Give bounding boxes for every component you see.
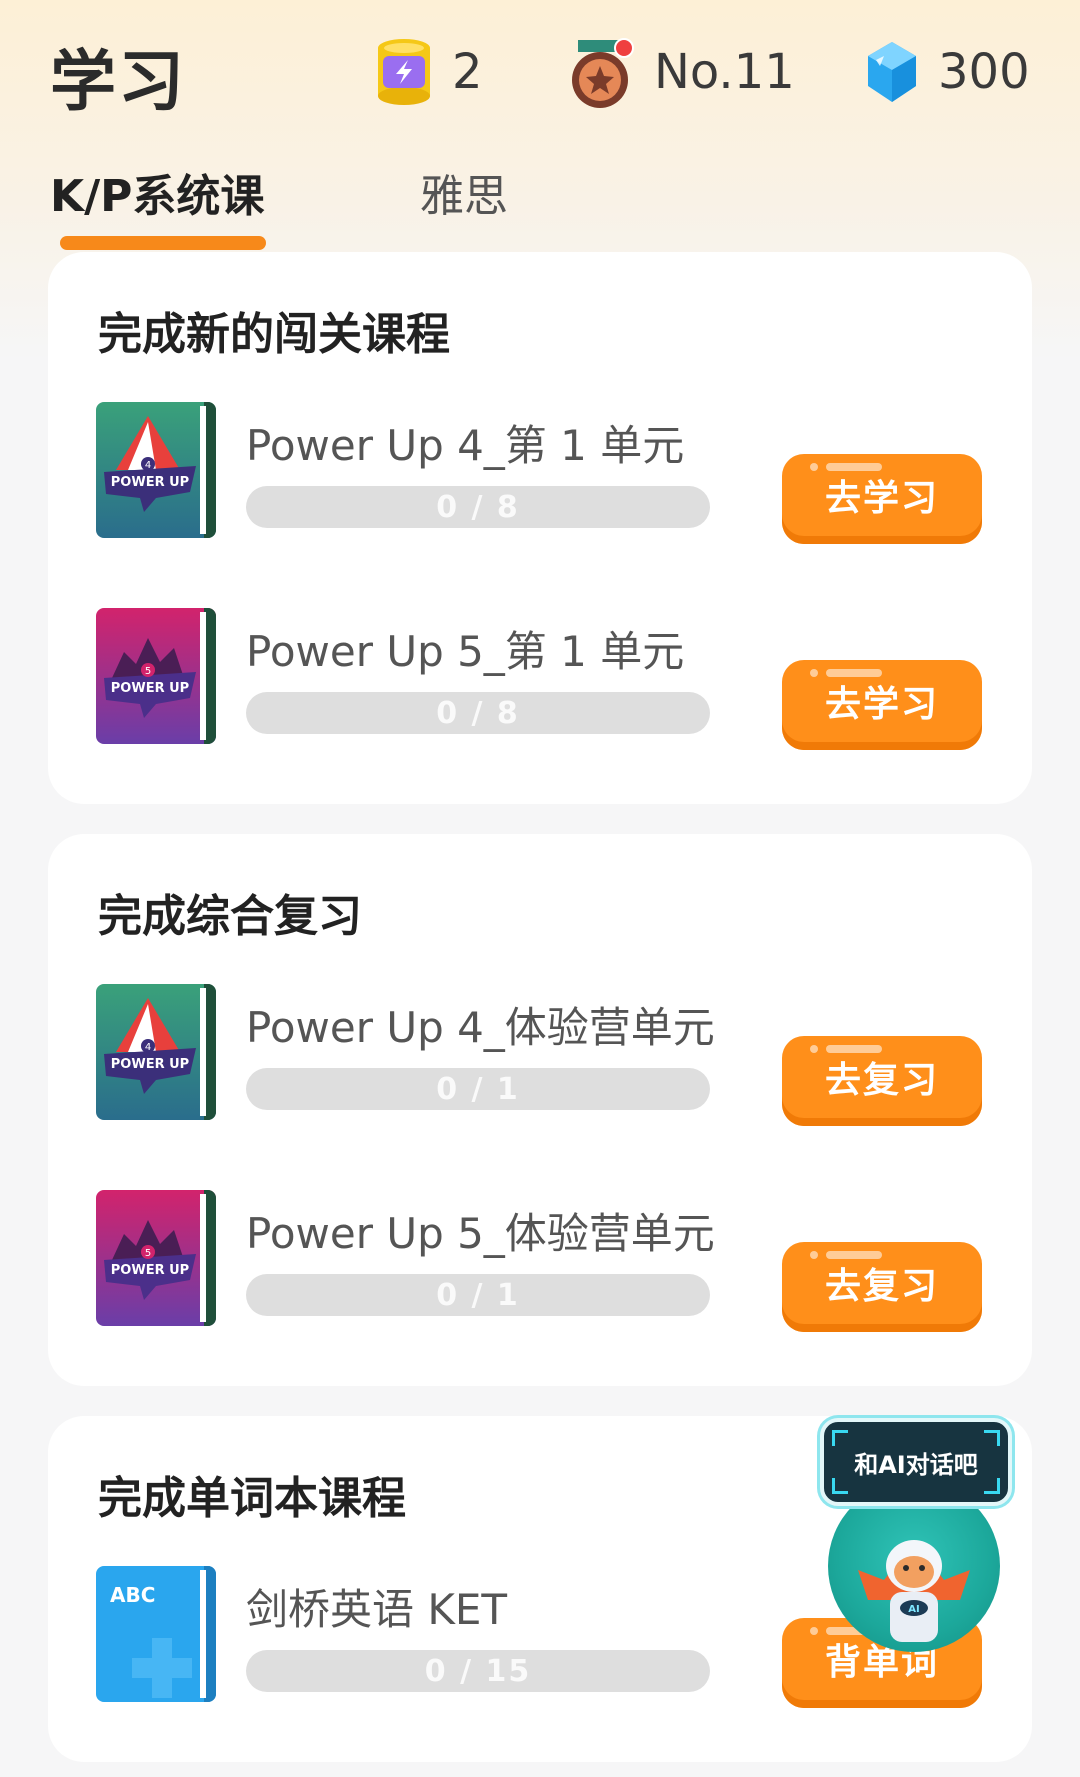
cover-level: 4 bbox=[145, 460, 151, 471]
cover-level: 4 bbox=[145, 1042, 151, 1053]
course-progress-bar: 0 / 1 bbox=[246, 1274, 710, 1316]
energy-value: 2 bbox=[452, 44, 483, 100]
cover-label: POWER UP bbox=[111, 1263, 189, 1278]
button-label: 去复习 bbox=[824, 1266, 939, 1307]
study-button[interactable]: 去学习 bbox=[782, 660, 982, 750]
energy-can-icon bbox=[374, 36, 434, 108]
course-row: POWER UP 5 Power Up 5_第 1 单元 0 / 8 去学习 bbox=[48, 608, 1032, 750]
progress-text: 0 / 8 bbox=[436, 695, 520, 731]
cover-label: ABC bbox=[110, 1583, 155, 1607]
progress-text: 0 / 1 bbox=[436, 1277, 520, 1313]
course-name: Power Up 5_第 1 单元 bbox=[246, 627, 685, 676]
course-cover-powerup4: POWER UP 4 bbox=[96, 402, 216, 538]
cover-label: POWER UP bbox=[111, 681, 189, 696]
course-cover-powerup5: POWER UP 5 bbox=[96, 608, 216, 744]
cover-label: POWER UP bbox=[111, 1057, 189, 1072]
cover-level: 5 bbox=[145, 1248, 151, 1259]
ai-chat-bubble[interactable]: 和AI对话吧 bbox=[820, 1418, 1012, 1506]
section-review: 完成综合复习 POWER UP 4 Power Up 4_体验营单元 0 / 1 bbox=[48, 834, 1032, 1386]
gem-value: 300 bbox=[938, 44, 1030, 100]
progress-text: 0 / 15 bbox=[424, 1653, 532, 1689]
course-progress-bar: 0 / 15 bbox=[246, 1650, 710, 1692]
medal-icon bbox=[570, 36, 636, 108]
gem-icon bbox=[864, 36, 920, 108]
course-row: POWER UP 4 Power Up 4_体验营单元 0 / 1 去复习 bbox=[48, 984, 1032, 1126]
rank-badge[interactable]: No.11 bbox=[570, 32, 795, 112]
rank-value: No.11 bbox=[654, 44, 795, 100]
ai-chat-label: 和AI对话吧 bbox=[854, 1450, 978, 1479]
header: 学习 2 No.11 300 bbox=[0, 0, 1080, 150]
cover-level: 5 bbox=[145, 666, 151, 677]
section-title: 完成单词本课程 bbox=[98, 1473, 406, 1524]
course-progress-bar: 0 / 1 bbox=[246, 1068, 710, 1110]
course-name: Power Up 4_第 1 单元 bbox=[246, 421, 685, 470]
ai-badge: AI bbox=[908, 1604, 919, 1615]
course-name: Power Up 4_体验营单元 bbox=[246, 1003, 715, 1052]
course-cover-powerup5: POWER UP 5 bbox=[96, 1190, 216, 1326]
course-name: Power Up 5_体验营单元 bbox=[246, 1209, 715, 1258]
study-button[interactable]: 去学习 bbox=[782, 454, 982, 544]
active-tab-indicator bbox=[60, 236, 266, 250]
review-button[interactable]: 去复习 bbox=[782, 1036, 982, 1126]
ai-chat-widget[interactable]: AI 和AI对话吧 bbox=[810, 1410, 1022, 1652]
gem-counter[interactable]: 300 bbox=[864, 32, 1030, 112]
energy-counter[interactable]: 2 bbox=[374, 32, 483, 112]
button-label: 去复习 bbox=[824, 1060, 939, 1101]
section-new-levels: 完成新的闯关课程 POWER UP 4 Power Up 4_第 1 单元 0 … bbox=[48, 252, 1032, 804]
course-name: 剑桥英语 KET bbox=[246, 1585, 508, 1634]
course-cover-ket: ABC bbox=[96, 1566, 216, 1702]
button-label: 去学习 bbox=[824, 478, 939, 519]
course-row: POWER UP 5 Power Up 5_体验营单元 0 / 1 去复习 bbox=[48, 1190, 1032, 1332]
course-progress-bar: 0 / 8 bbox=[246, 692, 710, 734]
section-title: 完成综合复习 bbox=[98, 891, 362, 942]
course-cover-powerup4: POWER UP 4 bbox=[96, 984, 216, 1120]
page-title: 学习 bbox=[50, 43, 186, 120]
course-row: POWER UP 4 Power Up 4_第 1 单元 0 / 8 去学习 bbox=[48, 402, 1032, 544]
button-label: 去学习 bbox=[824, 684, 939, 725]
course-progress-bar: 0 / 8 bbox=[246, 486, 710, 528]
tab-kp-course[interactable]: K/P系统课 bbox=[50, 160, 264, 224]
progress-text: 0 / 1 bbox=[436, 1071, 520, 1107]
progress-text: 0 / 8 bbox=[436, 489, 520, 525]
tab-ielts[interactable]: 雅思 bbox=[420, 160, 508, 224]
tab-bar: K/P系统课 雅思 bbox=[0, 150, 1080, 260]
section-title: 完成新的闯关课程 bbox=[98, 309, 450, 360]
cover-label: POWER UP bbox=[111, 475, 189, 490]
review-button[interactable]: 去复习 bbox=[782, 1242, 982, 1332]
